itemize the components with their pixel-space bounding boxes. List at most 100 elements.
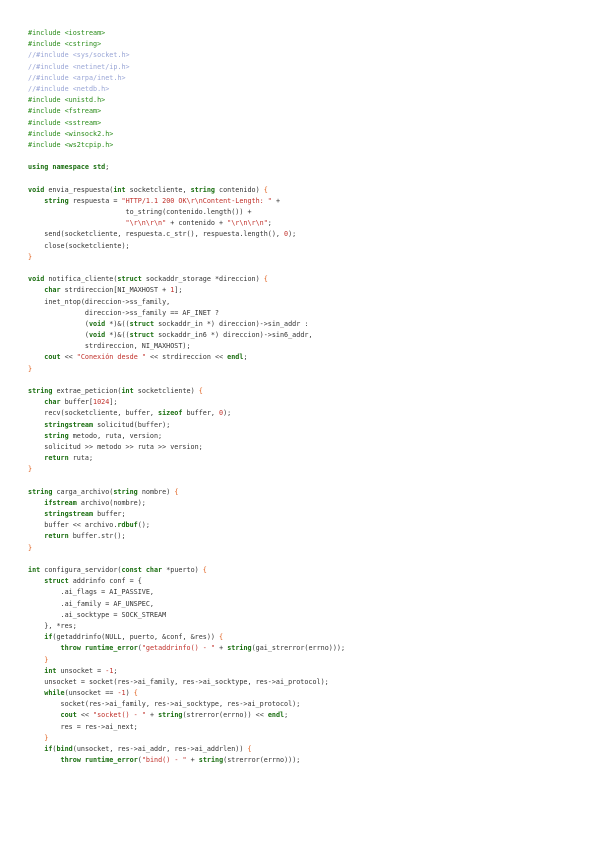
code-token-txt: inet_ntop(direccion->ss_family, [28, 297, 171, 306]
code-line: void envia_respuesta(int socketcliente, … [28, 185, 345, 196]
code-token-kw: throw [60, 756, 81, 765]
code-token-str: "bind() - " [141, 756, 187, 765]
code-token-op: } [28, 543, 33, 552]
code-token-kw: void [28, 275, 45, 284]
code-line: return buffer.str(); [28, 531, 345, 542]
code-token-str: "Conexión desde " [76, 353, 146, 362]
code-token-kw: endl [267, 711, 285, 720]
code-line: } [28, 543, 345, 554]
code-token-kw: string [28, 487, 53, 496]
code-line: socket(res->ai_family, res->ai_socktype,… [28, 699, 345, 710]
code-token-kw: bind [56, 745, 73, 753]
code-token-txt: metodo, ruta, version; [68, 431, 163, 440]
code-token-kw: stringstream [44, 420, 94, 429]
code-token-txt: ruta; [68, 454, 94, 463]
code-token-txt: respuesta = [68, 196, 122, 205]
document-page: #include <iostream> #include <cstring> //#… [0, 0, 599, 848]
code-token-txt: ; [113, 666, 118, 675]
code-token-kw: runtime_error [84, 644, 138, 653]
code-token-com: //#include <arpa/inet.h> [28, 73, 126, 82]
code-token-txt: recv(socketcliente, buffer, [28, 409, 159, 418]
code-line: solicitud >> metodo >> ruta >> version; [28, 442, 345, 453]
code-token-op: { [198, 387, 203, 395]
code-line: (void *)&((struct sockaddr_in *) direcci… [28, 319, 345, 330]
code-token-txt: buffer << archivo. [28, 521, 118, 530]
code-token-str: "\r\n\r\n" [227, 219, 268, 228]
code-token-pre: #include <sstream> [28, 118, 102, 127]
code-line: send(socketcliente, respuesta.c_str(), r… [28, 229, 345, 240]
code-token-kw: char [44, 398, 61, 407]
code-token-txt: strdireccion, NI_MAXHOST); [28, 342, 191, 351]
code-token-txt: ]; [174, 286, 183, 295]
code-line: #include <ws2tcpip.h> [28, 140, 345, 151]
code-token-txt: unsocket = [56, 666, 106, 675]
code-token-txt: ) [125, 689, 134, 698]
code-line: #include <cstring> [28, 39, 345, 50]
code-line: inet_ntop(direccion->ss_family, [28, 297, 345, 308]
code-line: //#include <netinet/ip.h> [28, 62, 345, 73]
code-token-kw: const char [121, 566, 163, 574]
code-token-txt: + [186, 756, 199, 765]
code-token-kw: string [190, 185, 215, 194]
code-line: #include <winsock2.h> [28, 129, 345, 140]
code-token-com: //#include <sys/socket.h> [28, 51, 130, 60]
code-line: recv(socketcliente, buffer, sizeof buffe… [28, 408, 345, 419]
code-token-txt: addrinfo conf = { [68, 577, 142, 586]
code-token-op: } [28, 252, 33, 261]
code-line: struct addrinfo conf = { [28, 576, 345, 587]
code-token-kw: int [113, 185, 126, 194]
code-line: #include <unistd.h> [28, 95, 345, 106]
code-token-kw: rdbuf [117, 521, 138, 530]
code-line: //#include <netdb.h> [28, 84, 345, 95]
code-token-txt: direccion->ss_family == AF_INET ? [28, 308, 220, 317]
code-listing: #include <iostream> #include <cstring> //#… [28, 28, 345, 766]
code-token-txt: socketcliente, [125, 185, 191, 194]
code-token-kw: string [227, 644, 252, 653]
code-token-txt: ; [267, 219, 272, 228]
code-token-kw: string [113, 487, 138, 496]
code-token-kw: using namespace [28, 163, 89, 172]
code-line: string extrae_peticion(int socketcliente… [28, 386, 345, 397]
code-token-txt: buffer; [93, 510, 126, 519]
code-token-txt: buffer.str(); [68, 532, 126, 541]
code-token-txt: extrae_peticion( [52, 387, 122, 395]
code-token-op: } [28, 465, 33, 474]
code-line: (void *)&((struct sockaddr_in6 *) direcc… [28, 330, 345, 341]
code-token-txt: res = res->ai_next; [28, 722, 138, 731]
code-line: cout << "socket() - " + string(strerror(… [28, 710, 345, 721]
code-token-txt: send(socketcliente, respuesta.c_str(), r… [28, 230, 285, 239]
code-token-txt: solicitud(buffer); [93, 420, 171, 429]
code-line: //#include <arpa/inet.h> [28, 73, 345, 84]
code-token-txt: + [145, 711, 159, 720]
code-token-kw: string [158, 711, 183, 720]
code-token-kw: int [44, 666, 57, 675]
code-token-txt: strdireccion[NI_MAXHOST + [60, 286, 171, 295]
code-token-op: } [28, 364, 33, 373]
code-line: close(socketcliente); [28, 241, 345, 252]
code-line: while(unsocket == -1) { [28, 688, 345, 699]
code-token-kw: void [28, 185, 45, 194]
code-token-kw: std [93, 163, 106, 172]
code-token-txt: configura_servidor( [40, 566, 122, 574]
code-line: int unsocket = -1; [28, 666, 345, 677]
code-line: throw runtime_error("getaddrinfo() - " +… [28, 643, 346, 654]
code-token-str: "HTTP/1.1 200 OK\r\nContent-Length: " [121, 196, 272, 205]
code-line: .ai_family = AF_UNSPEC, [28, 599, 345, 610]
code-line: if(bind(unsocket, res->ai_addr, res->ai_… [28, 744, 345, 755]
code-token-com: //#include <netinet/ip.h> [28, 62, 130, 71]
code-token-kw: stringstream [44, 510, 94, 519]
code-token-op: { [263, 275, 268, 284]
code-token-pre: #include <winsock2.h> [28, 129, 114, 138]
code-line: unsocket = socket(res->ai_family, res->a… [28, 677, 345, 688]
